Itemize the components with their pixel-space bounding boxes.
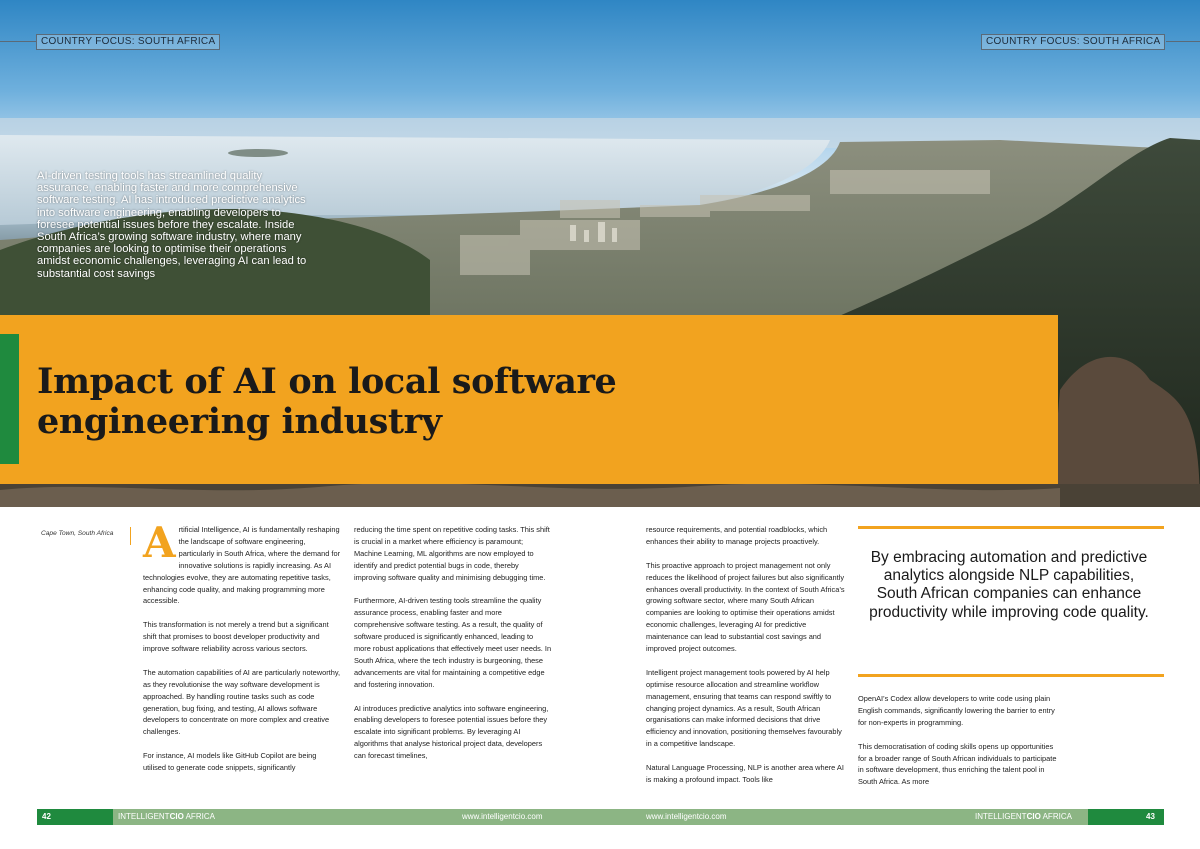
brand-prefix: INTELLIGENT [975,812,1027,821]
page-number-left: 42 [42,812,51,821]
paragraph: The automation capabilities of AI are pa… [143,667,341,737]
brand-suffix: AFRICA [1040,812,1072,821]
paragraph: This transformation is not merely a tren… [143,620,329,654]
brand-bold: CIO [1026,812,1041,821]
article-title-line2: engineering industry [37,401,442,442]
page-number-right: 43 [1146,812,1155,821]
paragraph: OpenAI’s Codex allow developers to write… [858,694,1055,727]
paragraph: Natural Language Processing, NLP is anot… [646,763,844,784]
article-title-line1: Impact of AI on local software [37,361,617,402]
paragraph: This democratisation of coding skills op… [858,741,1057,787]
green-accent-strip [0,334,19,464]
paragraph: This proactive approach to project manag… [646,560,845,654]
article-column-2: reducing the time spent on repetitive co… [354,524,552,774]
paragraph: AI introduces predictive analytics into … [354,703,549,761]
section-label-right: COUNTRY FOCUS: SOUTH AFRICA [981,34,1166,50]
footer-brand-right: INTELLIGENTCIO AFRICA [975,809,1072,825]
header-rule-left [0,41,36,42]
article-column-4: OpenAI’s Codex allow developers to write… [858,693,1058,800]
brand-prefix: INTELLIGENT [118,812,170,821]
paragraph: reducing the time spent on repetitive co… [354,525,550,582]
brand-suffix: AFRICA [183,812,215,821]
section-label-left: COUNTRY FOCUS: SOUTH AFRICA [36,34,221,50]
pullquote-rule-bottom [858,674,1164,677]
brand-bold: CIO [169,812,184,821]
caption-divider [130,527,131,545]
article-column-3: resource requirements, and potential roa… [646,524,846,798]
footer-url-right[interactable]: www.intelligentcio.com [646,809,726,825]
intro-text: AI-driven testing tools has streamlined … [37,170,307,280]
paragraph: resource requirements, and potential roa… [646,525,828,546]
paragraph: Artificial Intelligence, AI is fundament… [143,518,341,607]
paragraph: Intelligent project management tools pow… [646,667,842,749]
drop-cap: A [143,518,176,567]
pullquote-rule-top [858,526,1164,529]
article-title: Impact of AI on local software engineeri… [37,362,1037,442]
article-column-1: Artificial Intelligence, AI is fundament… [143,518,341,786]
paragraph: For instance, AI models like GitHub Copi… [143,751,317,773]
footer-brand-left: INTELLIGENTCIO AFRICA [118,809,215,825]
photo-caption: Cape Town, South Africa [41,530,114,537]
header-rule-right [1166,41,1200,42]
pullquote: By embracing automation and predictive a… [869,549,1149,621]
paragraph: Furthermore, AI-driven testing tools str… [354,596,552,689]
footer-url-left[interactable]: www.intelligentcio.com [462,809,542,825]
